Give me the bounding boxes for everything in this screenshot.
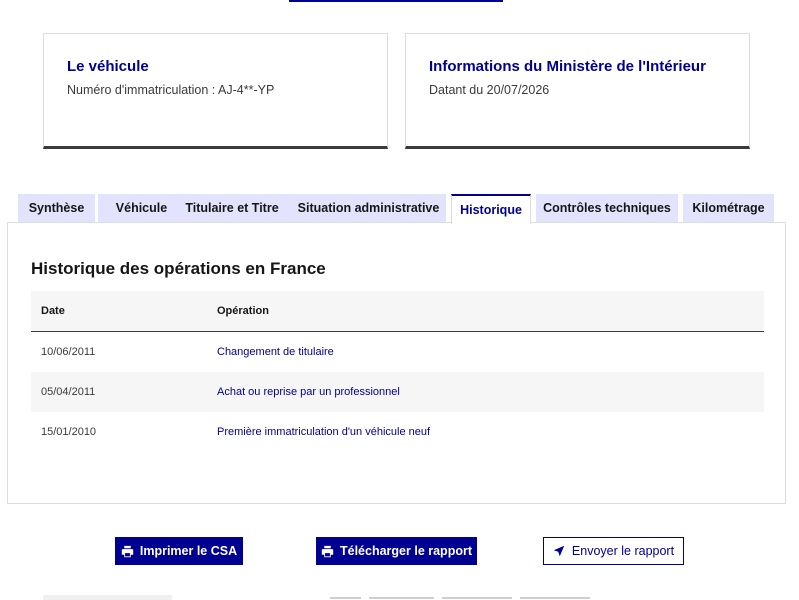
print-csa-label: Imprimer le CSA: [139, 544, 238, 558]
tab-titulaire-titre[interactable]: Titulaire et Titre: [173, 194, 291, 222]
tab-vehicule[interactable]: Véhicule: [98, 194, 185, 222]
row-operation: Achat ou reprise par un professionnel: [217, 386, 400, 398]
table-row: 05/04/2011 Achat ou reprise par un profe…: [31, 372, 764, 412]
send-report-label: Envoyer le rapport: [571, 544, 675, 558]
printer-icon: [121, 545, 134, 558]
table-row: 15/01/2010 Première immatriculation d'un…: [31, 412, 764, 452]
row-operation: Changement de titulaire: [217, 346, 334, 358]
print-csa-button[interactable]: Imprimer le CSA: [115, 537, 243, 565]
printer-icon: [321, 545, 334, 558]
table-row: 10/06/2011 Changement de titulaire: [31, 332, 764, 372]
download-report-button[interactable]: Télécharger le rapport: [316, 537, 477, 565]
row-date: 15/01/2010: [41, 426, 97, 438]
ministry-date: Datant du 20/07/2026: [429, 83, 550, 97]
row-date: 05/04/2011: [41, 386, 96, 398]
ministry-card-title: Informations du Ministère de l'Intérieur: [429, 58, 706, 75]
bottom-panel-edge: [43, 595, 172, 600]
download-report-label: Télécharger le rapport: [340, 544, 472, 558]
table-header: Date Opération: [31, 291, 764, 332]
tab-situation-administrative[interactable]: Situation administrative: [291, 194, 446, 222]
history-table: Date Opération 10/06/2011 Changement de …: [31, 291, 764, 452]
row-date: 10/06/2011: [41, 346, 96, 358]
vehicle-card-title: Le véhicule: [67, 58, 149, 75]
column-header-date: Date: [41, 305, 65, 317]
ministry-card: Informations du Ministère de l'Intérieur…: [405, 33, 750, 149]
top-accent-rule: [289, 0, 503, 2]
vehicle-card: Le véhicule Numéro d'immatriculation : A…: [43, 33, 388, 149]
registration-number: Numéro d'immatriculation : AJ-4**-YP: [67, 83, 275, 97]
send-arrow-icon: [553, 545, 566, 558]
tab-synthese[interactable]: Synthèse: [18, 194, 95, 222]
tab-kilometrage[interactable]: Kilométrage: [683, 194, 774, 222]
history-title: Historique des opérations en France: [31, 259, 326, 278]
row-operation: Première immatriculation d'un véhicule n…: [217, 426, 431, 438]
send-report-button[interactable]: Envoyer le rapport: [543, 537, 684, 565]
tab-controles-techniques[interactable]: Contrôles techniques: [536, 194, 678, 222]
tab-historique[interactable]: Historique: [451, 194, 531, 224]
column-header-operation: Opération: [217, 305, 269, 317]
cropped-footer-text: [330, 594, 590, 600]
history-panel: Historique des opérations en France Date…: [7, 222, 786, 504]
